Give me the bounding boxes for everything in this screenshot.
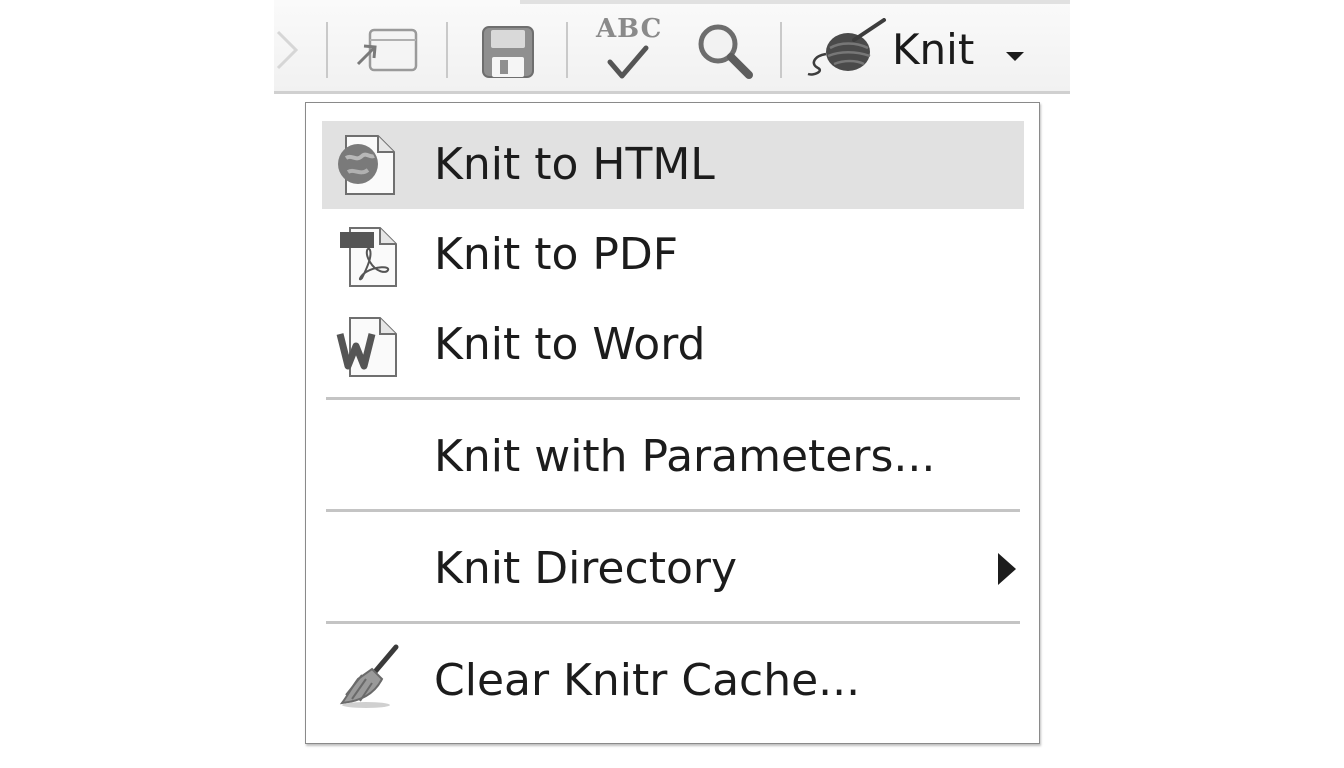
menu-item-knit-to-html[interactable]: Knit to HTML	[322, 121, 1024, 209]
editor-toolbar: ABC Knit	[274, 0, 1070, 94]
menu-separator	[326, 509, 1020, 512]
menu-separator	[326, 621, 1020, 624]
toolbar-separator	[326, 22, 328, 78]
knit-button-label[interactable]: Knit	[892, 26, 974, 74]
spellcheck-icon[interactable]: ABC	[592, 14, 666, 84]
spellcheck-label: ABC	[596, 14, 663, 44]
menu-item-label: Clear Knitr Cache...	[434, 655, 861, 706]
menu-item-label: Knit to HTML	[434, 139, 715, 190]
chevron-down-icon[interactable]	[1006, 52, 1024, 61]
menu-item-label: Knit to PDF	[434, 229, 679, 280]
yarn-ball-icon[interactable]	[804, 18, 888, 80]
menu-separator	[326, 397, 1020, 400]
magnifier-icon[interactable]	[694, 20, 754, 80]
toolbar-separator	[566, 22, 568, 78]
toolbar-separator	[780, 22, 782, 78]
knit-dropdown-menu: Knit to HTML Knit to PDF Knit to Word Kn…	[305, 102, 1040, 744]
menu-item-knit-directory[interactable]: Knit Directory	[322, 525, 1024, 613]
toolbar-separator	[446, 22, 448, 78]
floppy-disk-icon[interactable]	[480, 24, 536, 80]
stage: ABC Knit Knit to HTML Knit to PDF Knit t…	[0, 0, 1344, 768]
word-document-icon	[336, 312, 402, 378]
submenu-arrow-icon	[998, 553, 1016, 585]
menu-item-label: Knit to Word	[434, 319, 706, 370]
menu-item-label: Knit with Parameters...	[434, 431, 936, 482]
chevron-right-icon[interactable]	[274, 28, 300, 72]
menu-item-clear-knitr-cache[interactable]: Clear Knitr Cache...	[322, 637, 1024, 725]
pdf-document-icon	[336, 222, 402, 288]
menu-item-knit-to-pdf[interactable]: Knit to PDF	[322, 211, 1024, 299]
html-globe-document-icon	[336, 132, 402, 198]
popout-window-icon[interactable]	[354, 24, 420, 76]
broom-icon	[336, 643, 402, 709]
menu-item-knit-to-word[interactable]: Knit to Word	[322, 301, 1024, 389]
toolbar-top-border	[520, 0, 1070, 4]
menu-item-knit-with-parameters[interactable]: Knit with Parameters...	[322, 413, 1024, 501]
menu-item-label: Knit Directory	[434, 543, 737, 594]
